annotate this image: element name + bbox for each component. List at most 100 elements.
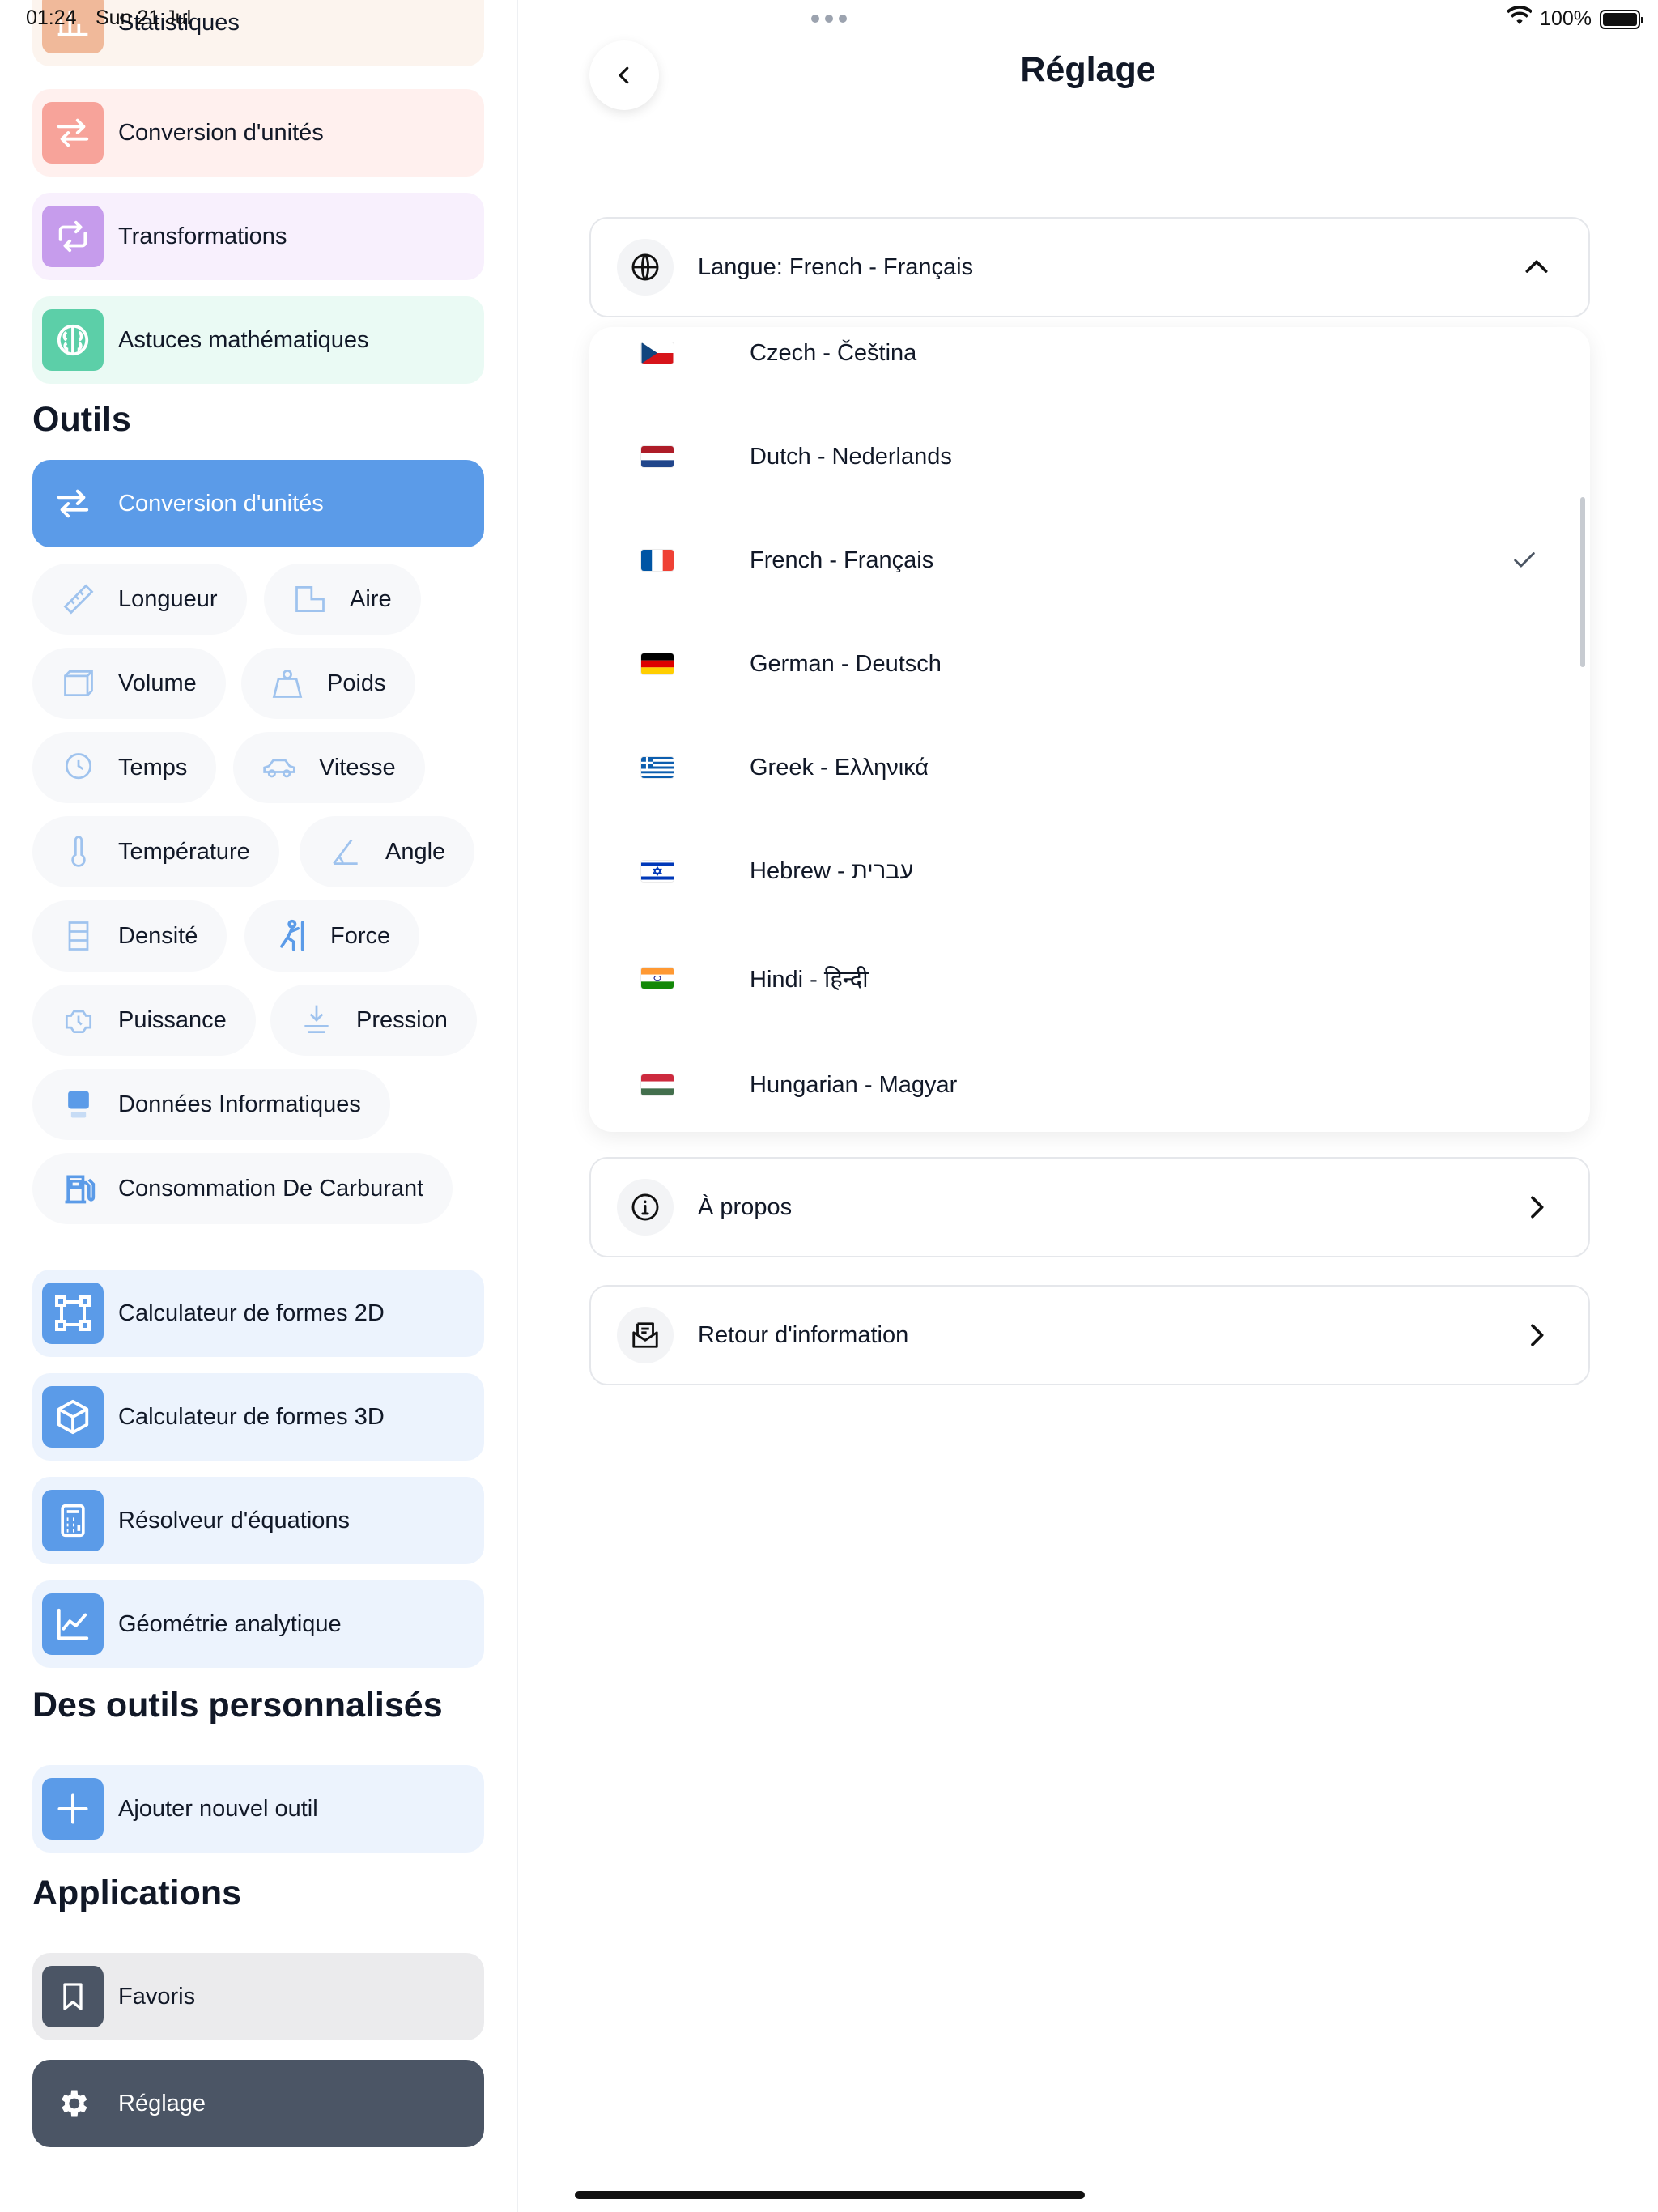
flag-de-icon — [641, 653, 674, 674]
flag-il-icon — [641, 861, 674, 882]
nav-label: Favoris — [118, 1983, 196, 2010]
nav-favoris[interactable]: Favoris — [32, 1953, 484, 2040]
section-title-custom: Des outils personnalisés — [32, 1686, 443, 1725]
chip-force[interactable]: Force — [244, 900, 420, 972]
feedback-label: Retour d'information — [698, 1321, 909, 1348]
ruler-icon — [58, 579, 99, 619]
nav-label: Ajouter nouvel outil — [118, 1795, 318, 1822]
chip-label: Longueur — [118, 585, 218, 612]
status-date: Sun 21 Jul — [96, 6, 192, 29]
chip-densite[interactable]: Densité — [32, 900, 227, 972]
chip-label: Puissance — [118, 1006, 227, 1033]
battery-percentage: 100% — [1540, 7, 1592, 30]
chip-puissance[interactable]: Puissance — [32, 985, 256, 1056]
angle-icon — [325, 832, 366, 872]
chip-donnees[interactable]: Données Informatiques — [32, 1069, 390, 1140]
status-right: 100% — [1506, 6, 1643, 32]
chevron-right-icon — [1531, 1196, 1544, 1219]
flag-cz-icon — [641, 342, 674, 364]
chip-label: Aire — [350, 585, 392, 612]
nav-reglage[interactable]: Réglage — [32, 2060, 484, 2147]
language-name: Hindi - हिन्दी — [750, 966, 869, 993]
nav-label: Résolveur d'équations — [118, 1507, 351, 1534]
chip-carburant[interactable]: Consommation De Carburant — [32, 1153, 453, 1224]
nav-transformations[interactable]: Transformations — [32, 193, 484, 280]
nav-resolveur[interactable]: Résolveur d'équations — [32, 1477, 484, 1564]
language-option-french[interactable]: French - Français — [589, 536, 1590, 585]
language-label: Langue: French - Français — [698, 253, 974, 280]
area-icon — [290, 579, 330, 619]
chip-longueur[interactable]: Longueur — [32, 564, 247, 635]
chevron-up-icon — [1525, 260, 1548, 273]
force-icon — [270, 916, 311, 956]
dropdown-scrollbar[interactable] — [1580, 497, 1585, 667]
nav-label: Réglage — [118, 2090, 206, 2116]
chip-poids[interactable]: Poids — [241, 648, 415, 719]
data-icon — [58, 1084, 99, 1125]
language-name: Dutch - Nederlands — [750, 443, 952, 470]
swap-arrows-icon — [42, 102, 104, 164]
cube-icon — [42, 1386, 104, 1448]
car-speed-icon — [259, 747, 300, 788]
flag-hu-icon — [641, 1074, 674, 1095]
chip-label: Force — [330, 922, 391, 949]
calculator-icon — [42, 1490, 104, 1551]
language-name: German - Deutsch — [750, 650, 942, 677]
flag-in-icon — [641, 968, 674, 989]
chip-label: Pression — [356, 1006, 448, 1033]
language-option-hindi[interactable]: Hindi - हिन्दी — [589, 954, 1590, 1002]
nav-label: Géométrie analytique — [118, 1610, 342, 1637]
chip-temps[interactable]: Temps — [32, 732, 217, 803]
sidebar: Statistiques Conversion d'unités Transfo… — [0, 0, 518, 2212]
section-title-outils: Outils — [32, 400, 131, 439]
add-tool-button[interactable]: Ajouter nouvel outil — [32, 1765, 484, 1853]
plus-icon — [42, 1778, 104, 1840]
engine-icon — [58, 1000, 99, 1040]
language-dropdown: Czech - Čeština Dutch - Nederlands Frenc… — [589, 327, 1590, 1132]
nav-conversion-active[interactable]: Conversion d'unités — [32, 460, 484, 547]
chip-label: Angle — [385, 838, 446, 865]
shape-2d-icon — [42, 1283, 104, 1344]
nav-label: Astuces mathématiques — [118, 326, 369, 353]
language-option-german[interactable]: German - Deutsch — [589, 640, 1590, 688]
about-row[interactable]: À propos — [589, 1157, 1590, 1257]
home-indicator[interactable] — [575, 2191, 1085, 2199]
swap-arrows-icon — [42, 473, 104, 534]
chip-volume[interactable]: Volume — [32, 648, 226, 719]
nav-label: Transformations — [118, 223, 287, 249]
chevron-right-icon — [1531, 1324, 1544, 1346]
chip-pression[interactable]: Pression — [270, 985, 477, 1056]
language-option-hungarian[interactable]: Hungarian - Magyar — [589, 1061, 1590, 1109]
feedback-row[interactable]: Retour d'information — [589, 1285, 1590, 1385]
chip-label: Vitesse — [319, 754, 396, 781]
chip-angle[interactable]: Angle — [300, 816, 475, 887]
language-selector[interactable]: Langue: French - Français — [589, 217, 1590, 317]
nav-geometrie[interactable]: Géométrie analytique — [32, 1580, 484, 1668]
chip-vitesse[interactable]: Vitesse — [233, 732, 425, 803]
nav-label: Conversion d'unités — [118, 490, 324, 517]
chip-label: Consommation De Carburant — [118, 1175, 424, 1202]
nav-label: Calculateur de formes 3D — [118, 1403, 385, 1430]
flag-nl-icon — [641, 446, 674, 467]
chip-label: Données Informatiques — [118, 1091, 361, 1117]
language-name: French - Français — [750, 547, 934, 573]
nav-formes-3d[interactable]: Calculateur de formes 3D — [32, 1373, 484, 1461]
language-option-czech[interactable]: Czech - Čeština — [589, 329, 1590, 377]
nav-label: Conversion d'unités — [118, 119, 324, 146]
multitasking-dots-icon[interactable] — [811, 15, 847, 23]
nav-label: Calculateur de formes 2D — [118, 1300, 385, 1326]
chip-temperature[interactable]: Température — [32, 816, 279, 887]
info-icon — [617, 1179, 674, 1236]
nav-astuces[interactable]: Astuces mathématiques — [32, 296, 484, 384]
chip-aire[interactable]: Aire — [264, 564, 421, 635]
chip-label: Temps — [118, 754, 188, 781]
language-option-dutch[interactable]: Dutch - Nederlands — [589, 432, 1590, 481]
language-option-hebrew[interactable]: Hebrew - עברית — [589, 847, 1590, 895]
weight-icon — [267, 663, 308, 704]
language-option-greek[interactable]: Greek - Ελληνικά — [589, 743, 1590, 792]
language-name: Hebrew - עברית — [750, 857, 914, 884]
section-title-applications: Applications — [32, 1874, 242, 1912]
nav-conversion-unites[interactable]: Conversion d'unités — [32, 89, 484, 177]
pressure-icon — [296, 1000, 337, 1040]
nav-formes-2d[interactable]: Calculateur de formes 2D — [32, 1270, 484, 1357]
